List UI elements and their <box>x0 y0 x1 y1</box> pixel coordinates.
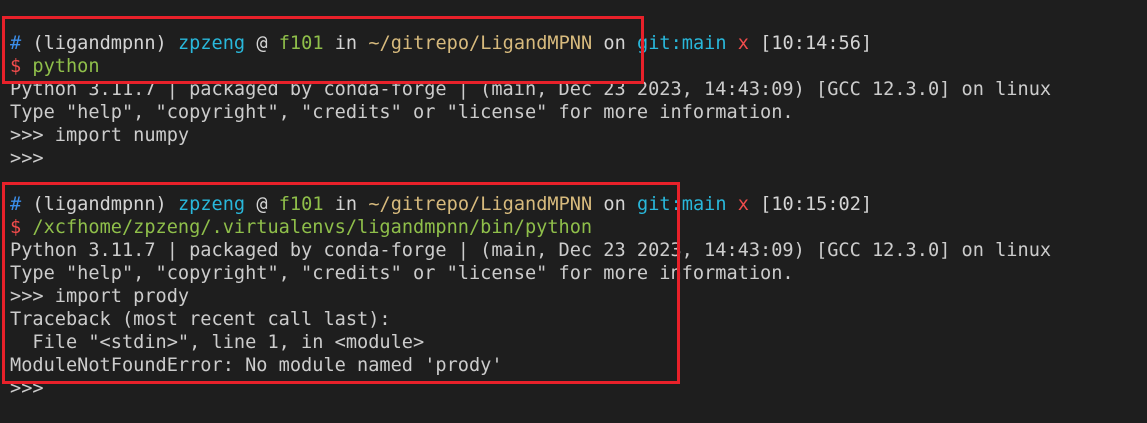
repl-input-line: >>> import numpy <box>10 125 190 146</box>
git-dirty-mark: x <box>737 33 749 54</box>
repl-prompt: >>> <box>10 148 44 169</box>
git-dirty-mark: x <box>737 194 749 215</box>
prompt-time: [10:15:02] <box>760 194 873 215</box>
terminal-window[interactable]: # (ligandmpnn) zpzeng @ f101 in ~/gitrep… <box>0 0 1147 423</box>
highlight-box-1 <box>2 16 644 84</box>
git-branch: git:main <box>637 33 727 54</box>
highlight-box-2 <box>2 182 680 384</box>
output-line: Type "help", "copyright", "credits" or "… <box>10 102 794 123</box>
prompt-time: [10:14:56] <box>760 33 873 54</box>
